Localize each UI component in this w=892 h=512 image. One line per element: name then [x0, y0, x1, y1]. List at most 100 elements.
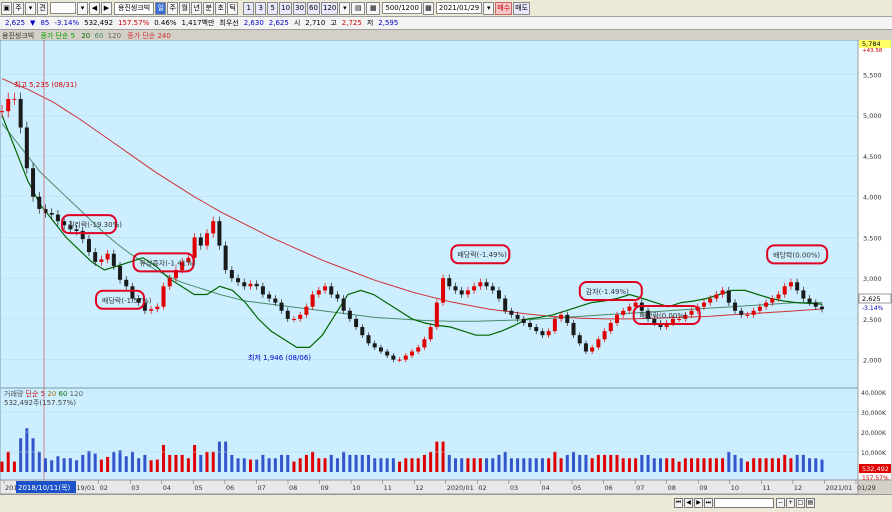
x-tick-label: 08	[668, 484, 676, 492]
candle-body	[372, 343, 377, 348]
volume-bar	[528, 458, 532, 472]
buy-button[interactable]: 매수	[495, 1, 513, 15]
candle-body	[316, 290, 321, 295]
quote-price: 2,625	[5, 19, 26, 27]
volume-bar	[329, 454, 333, 472]
candle-body	[602, 331, 607, 340]
volume-bar	[764, 458, 768, 472]
price-chart[interactable]: 5,500 5,000 4,500 4,000 3,500 3,000 2,500 2,000…	[0, 40, 892, 494]
quote-open-label: 시	[293, 19, 301, 27]
interval-60-button[interactable]: 60	[307, 1, 320, 15]
volume-bar	[497, 454, 501, 472]
zoom-out-icon[interactable]: −	[776, 498, 785, 508]
volume-bar	[553, 451, 557, 472]
candle-body	[608, 322, 613, 332]
volume-bar	[634, 458, 638, 472]
save-icon[interactable]: ▦	[366, 1, 381, 15]
date-input[interactable]: 2021/01/29	[435, 2, 483, 14]
volume-bar	[199, 454, 203, 472]
x-tick-label: 06	[226, 484, 234, 492]
stock-code-input[interactable]: 192820	[50, 2, 80, 14]
period-tick-button[interactable]: 틱	[227, 1, 239, 15]
period-day-button[interactable]: 일	[155, 1, 167, 15]
period-week-button[interactable]: 주	[167, 1, 179, 15]
period-minute-button[interactable]: 분	[203, 1, 215, 15]
period-main-select[interactable]: 주	[13, 1, 24, 15]
scroll-track[interactable]	[714, 498, 774, 508]
candle-body	[310, 294, 315, 307]
volume-bar	[155, 459, 159, 472]
prev-stock-icon[interactable]: ◀	[89, 1, 100, 15]
candle-body	[279, 302, 284, 311]
interval-5-button[interactable]: 5	[267, 1, 279, 15]
volume-bar	[808, 458, 812, 472]
interval-dropdown-icon[interactable]: ▾	[339, 1, 351, 15]
volume-tick-label: 30,000K	[861, 410, 887, 417]
y-tick-label: 2,000	[863, 357, 882, 365]
interval-30-button[interactable]: 30	[293, 1, 307, 15]
x-tick-label: 09	[699, 484, 707, 492]
volume-tick-label: 10,000K	[861, 450, 887, 457]
x-tick-label: 02	[478, 484, 486, 492]
candle-body	[198, 237, 203, 246]
settings-icon[interactable]: ▤	[351, 1, 366, 15]
interval-1-button[interactable]: 1	[243, 1, 255, 15]
candle-body	[733, 302, 738, 311]
x-tick-label: 04	[163, 484, 171, 492]
y-tick-label: 5,000	[863, 112, 882, 120]
volume-bar	[379, 458, 383, 472]
candle-body	[813, 302, 818, 307]
volume-bar	[683, 458, 687, 472]
quote-min-val2: 2,625	[268, 19, 289, 27]
volume-bar	[124, 456, 128, 472]
volume-bar	[298, 458, 302, 472]
candle-body	[285, 310, 290, 319]
period-month-button[interactable]: 월	[179, 1, 191, 15]
zoom-in-icon[interactable]: +	[786, 498, 795, 508]
x-tick-label: 05	[194, 484, 202, 492]
fit-icon[interactable]: □	[796, 498, 805, 508]
candle-body	[764, 302, 769, 307]
y-tick-label: 4,500	[863, 153, 882, 161]
interval-3-button[interactable]: 3	[255, 1, 267, 15]
volume-bar	[652, 458, 656, 472]
event-callout-label: 배당락(-1.49%)	[457, 250, 507, 259]
candle-body	[453, 286, 458, 291]
scroll-last-icon[interactable]: ⏭	[704, 498, 713, 508]
quote-min-label: 최우선	[219, 19, 239, 27]
period-second-button[interactable]: 초	[215, 1, 227, 15]
volume-bar	[708, 458, 712, 472]
volume-bar	[814, 458, 818, 472]
y-tick-label: 5,500	[863, 72, 882, 80]
menu-icon[interactable]: ▣	[1, 1, 12, 15]
scroll-bar[interactable]: ⏮ ◀ ▶ ⏭ − + □ ▤	[0, 494, 892, 512]
volume-bar	[447, 454, 451, 472]
calendar-icon[interactable]: ▦	[422, 1, 434, 15]
volume-bar	[81, 454, 85, 472]
interval-120-button[interactable]: 120	[320, 1, 339, 15]
count-input[interactable]: 500/1200	[382, 2, 422, 14]
menu-grid-icon[interactable]: ▤	[806, 498, 815, 508]
search-icon[interactable]: ▾	[77, 1, 88, 15]
volume-bar	[404, 458, 408, 472]
next-stock-icon[interactable]: ▶	[101, 1, 112, 15]
sell-button[interactable]: 매도	[513, 1, 531, 15]
quote-low-label: 저	[366, 19, 374, 27]
date-dropdown-icon[interactable]: ▾	[483, 1, 495, 15]
volume-bar	[273, 458, 277, 472]
scroll-first-icon[interactable]: ⏮	[674, 498, 683, 508]
period-sub-select[interactable]: 견	[37, 1, 48, 15]
volume-bar	[193, 444, 197, 472]
volume-bar	[640, 454, 644, 472]
candle-body	[571, 322, 576, 336]
volume-bar	[565, 454, 569, 472]
interval-10-button[interactable]: 10	[279, 1, 293, 15]
candle-body	[701, 302, 706, 307]
scroll-left-icon[interactable]: ◀	[684, 498, 693, 508]
volume-last-pct: 157.57%	[862, 475, 889, 482]
volume-bar	[230, 454, 234, 472]
period-year-button[interactable]: 년	[191, 1, 203, 15]
volume-bar	[385, 458, 389, 472]
scroll-right-icon[interactable]: ▶	[694, 498, 703, 508]
dropdown-icon[interactable]: ▾	[25, 1, 36, 15]
